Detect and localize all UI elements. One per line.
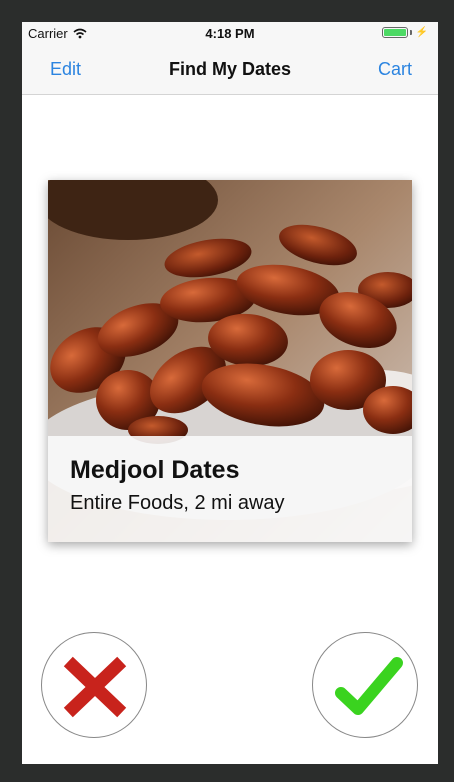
accept-button[interactable]: [312, 632, 418, 738]
navigation-bar: Edit Find My Dates Cart: [22, 44, 438, 95]
product-title: Medjool Dates: [70, 456, 240, 484]
page-title: Find My Dates: [168, 59, 292, 79]
reject-button[interactable]: [41, 632, 147, 738]
product-subtitle: Entire Foods, 2 mi away: [70, 492, 285, 514]
cart-button[interactable]: Cart: [378, 59, 412, 80]
status-bar: Carrier 4:18 PM ⚡: [22, 22, 438, 44]
product-card[interactable]: Medjool Dates Entire Foods, 2 mi away: [48, 180, 412, 542]
phone-screen: Carrier 4:18 PM ⚡ Edit Find My Dates Car…: [22, 22, 438, 764]
checkmark-icon: [335, 657, 403, 715]
battery-icon: ⚡: [381, 27, 428, 38]
status-time: 4:18 PM: [205, 26, 255, 41]
charging-icon: ⚡: [415, 27, 428, 38]
x-icon: [63, 656, 127, 718]
card-caption: Medjool Dates Entire Foods, 2 mi away: [48, 436, 412, 542]
